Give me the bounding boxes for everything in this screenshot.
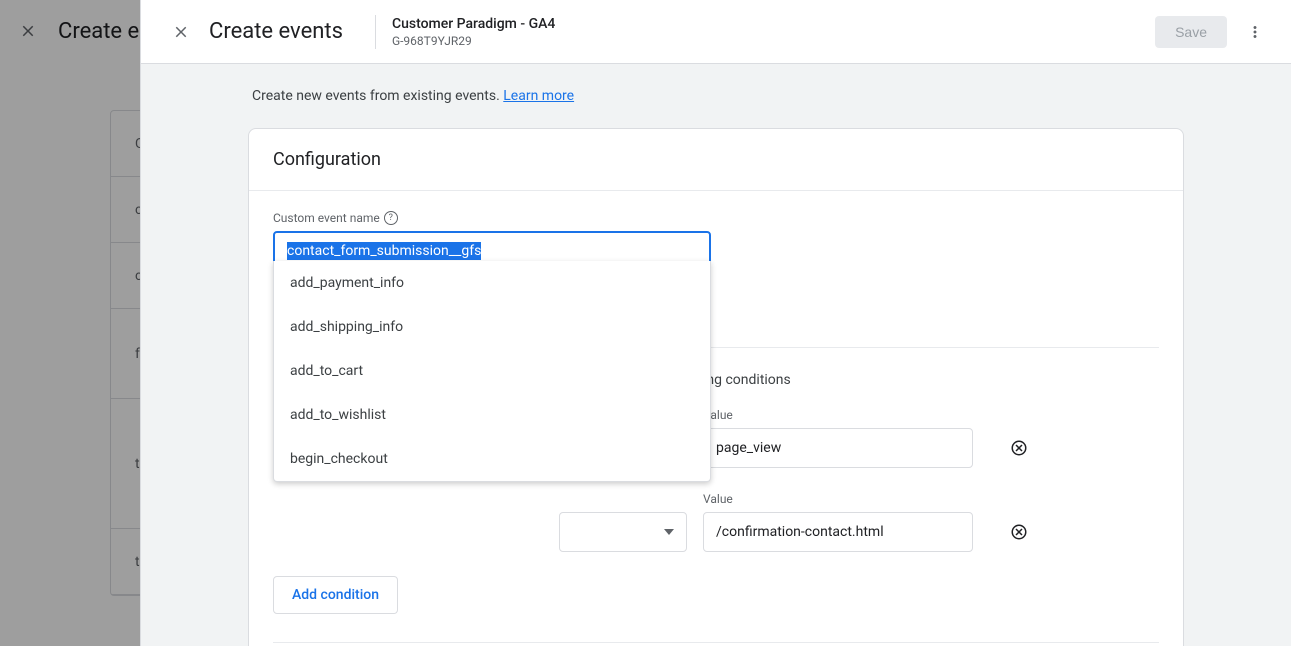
- value-label: Value: [703, 492, 973, 506]
- delete-condition-icon[interactable]: [1009, 522, 1029, 542]
- value-text: /confirmation-contact.html: [716, 524, 884, 540]
- configuration-card: Configuration Custom event name ? contac…: [248, 128, 1184, 646]
- save-button[interactable]: Save: [1155, 16, 1227, 48]
- event-name-autocomplete[interactable]: add_payment_info add_shipping_info add_t…: [273, 261, 711, 482]
- operator-select[interactable]: [559, 512, 687, 552]
- delete-condition-icon[interactable]: [1009, 438, 1029, 458]
- value-input[interactable]: /confirmation-contact.html: [703, 512, 973, 552]
- learn-more-link[interactable]: Learn more: [503, 88, 574, 104]
- autocomplete-option[interactable]: begin_checkout: [274, 437, 710, 481]
- autocomplete-option[interactable]: add_payment_info: [274, 261, 710, 305]
- value-label: Value: [703, 408, 973, 422]
- value-input[interactable]: page_view: [703, 428, 973, 468]
- autocomplete-option[interactable]: add_to_wishlist: [274, 393, 710, 437]
- value-text: page_view: [716, 440, 781, 456]
- modal-header: Create events Customer Paradigm - GA4 G-…: [141, 0, 1291, 64]
- chevron-down-icon: [664, 529, 674, 535]
- event-name-value: contact_form_submission__gfs: [287, 242, 481, 260]
- event-name-label-text: Custom event name: [273, 211, 380, 225]
- intro-text-content: Create new events from existing events.: [252, 88, 503, 104]
- autocomplete-option[interactable]: add_shipping_info: [274, 305, 710, 349]
- property-id: G-968T9YJR29: [392, 33, 555, 49]
- event-name-label: Custom event name ?: [273, 211, 1159, 225]
- more-menu-icon[interactable]: [1235, 12, 1275, 52]
- modal-title: Create events: [209, 19, 343, 44]
- create-events-modal: Create events Customer Paradigm - GA4 G-…: [140, 0, 1291, 646]
- card-title: Configuration: [273, 149, 1159, 170]
- matching-heading-text: ing conditions: [703, 372, 791, 388]
- property-info: Customer Paradigm - GA4 G-968T9YJR29: [375, 15, 555, 49]
- modal-body: Create new events from existing events. …: [141, 64, 1291, 646]
- intro-text: Create new events from existing events. …: [248, 88, 1184, 104]
- property-name: Customer Paradigm - GA4: [392, 15, 555, 33]
- help-icon[interactable]: ?: [384, 211, 398, 225]
- close-icon[interactable]: [157, 8, 205, 56]
- condition-row: ▾ Value /confirma: [273, 492, 1159, 552]
- add-condition-button[interactable]: Add condition: [273, 576, 398, 614]
- autocomplete-option[interactable]: add_to_cart: [274, 349, 710, 393]
